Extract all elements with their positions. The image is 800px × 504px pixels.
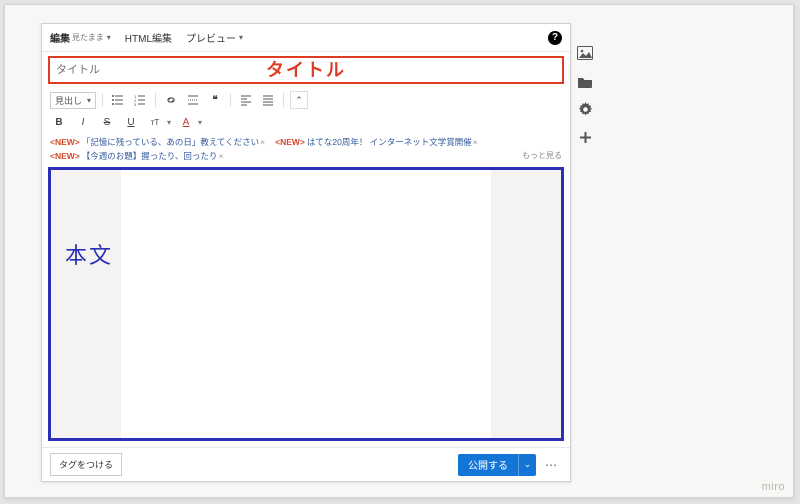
tab-edit-label: 編集 [50,30,70,45]
separator [230,93,231,107]
title-input[interactable] [56,58,556,82]
miro-watermark: miro [762,481,785,493]
prompt-link[interactable]: はてな20周年！ インターネット文学賞開催 [307,136,472,150]
gear-icon[interactable] [577,101,593,117]
heading-select[interactable]: 見出し ▾ [50,92,96,109]
tab-html[interactable]: HTML編集 [125,30,172,45]
publish-group: 公開する ⌄ [458,454,536,476]
editor-tabs: 編集 見たまま ▾ HTML編集 プレビュー ▾ ? [42,24,570,52]
chevron-down-icon: ▾ [107,33,111,42]
title-frame: タイトル [48,56,564,84]
font-size-button[interactable]: тT [146,113,164,131]
prompt-line-2: <NEW> 【今週のお題】握ったり、回ったり × もっと見る [50,150,562,164]
title-area: タイトル [42,52,570,86]
italic-button[interactable]: I [74,113,92,131]
collapse-toolbar-icon[interactable]: ⌃ [290,91,308,109]
writing-prompts: <NEW> 「記憶に残っている、あの日」教えてください × <NEW> はてな2… [42,132,570,165]
publish-options-button[interactable]: ⌄ [518,454,536,476]
separator [102,93,103,107]
formatting-toolbar: 見出し ▾ 123 ❝ [42,86,570,132]
prompt-link[interactable]: 【今週のお題】握ったり、回ったり [82,150,218,164]
sidebar-tools [575,45,595,145]
folder-icon[interactable] [577,73,593,89]
close-icon[interactable]: × [260,136,265,150]
tab-edit[interactable]: 編集 見たまま ▾ [50,30,111,45]
new-badge: <NEW> [275,136,305,150]
svg-text:3: 3 [134,102,137,106]
body-annotation-overlay: 本文 [65,238,113,270]
more-actions-button[interactable]: ⋯ [540,458,562,472]
chevron-down-icon: ▾ [167,118,171,127]
page-margin-right [491,170,561,438]
canvas-stage: 編集 見たまま ▾ HTML編集 プレビュー ▾ ? タイトル 見出し [4,4,794,498]
publish-button[interactable]: 公開する [458,454,518,476]
align-justify-icon[interactable] [259,91,277,109]
page-margin-left [51,170,121,438]
tab-edit-sublabel: 見たまま [72,32,104,43]
body-frame: 本文 [48,167,564,441]
body-area: 本文 [42,165,570,447]
heading-select-label: 見出し [55,94,82,107]
separator [283,93,284,107]
separator [155,93,156,107]
blog-editor-panel: 編集 見たまま ▾ HTML編集 プレビュー ▾ ? タイトル 見出し [41,23,571,482]
link-icon[interactable] [162,91,180,109]
bulleted-list-icon[interactable] [109,91,127,109]
quote-icon[interactable]: ❝ [206,91,224,109]
prompt-link[interactable]: 「記憶に残っている、あの日」教えてください [82,136,259,150]
new-badge: <NEW> [50,150,80,164]
body-editor[interactable] [121,170,491,438]
tab-html-label: HTML編集 [125,30,172,45]
tab-preview[interactable]: プレビュー ▾ [186,30,243,45]
align-left-icon[interactable] [237,91,255,109]
show-more-link[interactable]: もっと見る [522,150,562,163]
prompt-line-1: <NEW> 「記憶に残っている、あの日」教えてください × <NEW> はてな2… [50,136,562,150]
plus-icon[interactable] [577,129,593,145]
underline-button[interactable]: U [122,113,140,131]
bold-button[interactable]: B [50,113,68,131]
numbered-list-icon[interactable]: 123 [131,91,149,109]
image-upload-icon[interactable] [577,45,593,61]
close-icon[interactable]: × [473,136,478,150]
help-icon[interactable]: ? [548,31,562,45]
tab-preview-label: プレビュー [186,30,236,45]
add-tags-button[interactable]: タグをつける [50,453,122,476]
strikethrough-button[interactable]: S [98,113,116,131]
close-icon[interactable]: × [218,150,223,164]
new-badge: <NEW> [50,136,80,150]
chevron-down-icon: ▾ [239,33,243,42]
chevron-down-icon: ⌄ [524,459,532,470]
chevron-down-icon: ▾ [87,96,91,105]
text-color-button[interactable]: A [177,113,195,131]
read-more-icon[interactable] [184,91,202,109]
editor-footer: タグをつける 公開する ⌄ ⋯ [42,447,570,481]
chevron-down-icon: ▾ [198,118,202,127]
